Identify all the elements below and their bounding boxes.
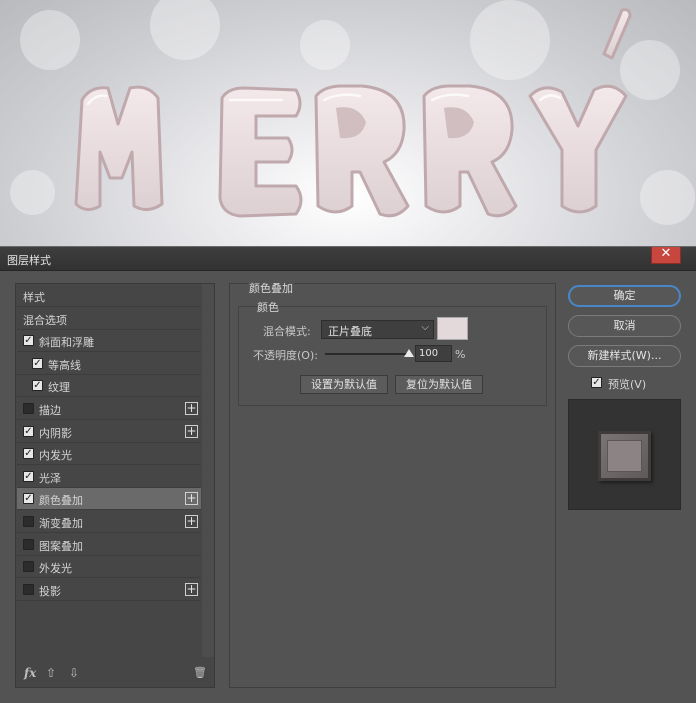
move-up-icon[interactable]: ⇧ bbox=[46, 666, 56, 680]
cancel-button[interactable]: 取消 bbox=[568, 315, 681, 337]
close-icon: ✕ bbox=[660, 246, 672, 261]
preview-label: 预览(V) bbox=[608, 378, 647, 391]
plus-icon[interactable]: + bbox=[185, 582, 198, 596]
checkbox[interactable] bbox=[23, 583, 34, 595]
checkbox[interactable] bbox=[23, 538, 34, 550]
style-list-item-label: 渐变叠加 bbox=[39, 517, 83, 530]
opacity-slider-thumb[interactable] bbox=[404, 349, 414, 357]
blend-mode-value: 正片叠底 bbox=[328, 325, 372, 338]
style-list-item[interactable]: 投影 + bbox=[17, 579, 201, 601]
move-down-icon[interactable]: ⇩ bbox=[69, 666, 79, 680]
reset-default-button[interactable]: 复位为默认值 bbox=[395, 375, 483, 394]
style-preview bbox=[568, 399, 681, 510]
style-list-item-label: 等高线 bbox=[48, 358, 81, 372]
checkmark-icon[interactable]: ✓ bbox=[32, 357, 43, 369]
checkmark-icon[interactable]: ✓ bbox=[23, 335, 34, 347]
opacity-unit: % bbox=[455, 348, 466, 361]
style-list: 样式混合选项 ✓ 斜面和浮雕 ✓ 等高线 ✓ 纹理描边 + ✓ 内阴影 + ✓ 内发光 ✓ 光泽 ✓ 颜色叠加 +… bbox=[15, 283, 215, 688]
color-group: 颜色 混合模式: 正片叠底 ⌵ 不透明度(O): 100 % bbox=[238, 301, 547, 406]
checkmark-icon[interactable]: ✓ bbox=[23, 470, 34, 482]
dialog-title: 图层样式 bbox=[7, 254, 51, 267]
overlay-color-swatch[interactable] bbox=[437, 317, 468, 340]
style-list-item-label: 颜色叠加 bbox=[39, 494, 83, 508]
style-list-item[interactable]: 渐变叠加 + bbox=[17, 511, 201, 533]
section-title: 颜色叠加 bbox=[248, 280, 294, 296]
style-list-item[interactable]: ✓ 光泽 bbox=[17, 466, 201, 488]
style-list-item-label: 描边 bbox=[39, 404, 61, 417]
style-list-item[interactable]: 图案叠加 bbox=[17, 534, 201, 556]
blend-mode-select[interactable]: 正片叠底 ⌵ bbox=[321, 320, 434, 339]
checkbox[interactable] bbox=[23, 561, 34, 573]
style-list-item[interactable]: ✓ 斜面和浮雕 bbox=[17, 330, 201, 353]
group-title: 颜色 bbox=[257, 301, 279, 314]
style-list-item-label: 内阴影 bbox=[39, 426, 72, 440]
style-list-footer: fx ⇧ ⇩ 🗑 bbox=[16, 658, 214, 688]
style-list-item[interactable]: ✓ 内阴影 + bbox=[17, 421, 201, 443]
style-list-item-label: 混合选项 bbox=[23, 313, 67, 327]
style-list-item-label: 外发光 bbox=[39, 562, 72, 576]
trash-icon[interactable]: 🗑 bbox=[193, 666, 207, 679]
new-style-button[interactable]: 新建样式(W)... bbox=[568, 345, 681, 367]
style-list-item[interactable]: ✓ 内发光 bbox=[17, 443, 201, 466]
checkmark-icon[interactable]: ✓ bbox=[32, 380, 43, 392]
plus-icon[interactable]: + bbox=[185, 492, 198, 506]
opacity-label: 不透明度(O): bbox=[253, 349, 318, 362]
style-list-item[interactable]: ✓ 纹理 bbox=[17, 375, 201, 398]
style-list-item[interactable]: 外发光 bbox=[17, 556, 201, 579]
checkbox[interactable] bbox=[23, 403, 34, 414]
style-list-item-label: 图案叠加 bbox=[39, 539, 83, 553]
style-list-item-label: 内发光 bbox=[39, 449, 72, 463]
layer-style-dialog: 图层样式 ✕ 样式混合选项 ✓ 斜面和浮雕 ✓ 等高线 ✓ 纹理描边 + ✓ 内阴影 + ✓ 内发光 ✓ 光… bbox=[0, 246, 696, 703]
preview-checkbox[interactable]: ✓ bbox=[591, 377, 602, 388]
opacity-input[interactable]: 100 bbox=[415, 345, 452, 362]
style-list-item[interactable]: ✓ 颜色叠加 + bbox=[17, 488, 201, 511]
style-list-item[interactable]: 混合选项 bbox=[17, 308, 201, 330]
plus-icon[interactable]: + bbox=[185, 402, 198, 415]
style-list-item-label: 纹理 bbox=[48, 381, 70, 395]
style-list-item[interactable]: 描边 + bbox=[17, 398, 201, 420]
preview-thumbnail bbox=[598, 431, 651, 481]
style-list-item-label: 样式 bbox=[23, 291, 45, 304]
close-button[interactable]: ✕ bbox=[651, 247, 681, 264]
style-list-item[interactable]: 样式 bbox=[17, 285, 201, 307]
color-overlay-panel: 颜色叠加 颜色 混合模式: 正片叠底 ⌵ 不透明度(O): 100 % 设置为默… bbox=[229, 280, 556, 688]
dialog-title-bar[interactable]: 图层样式 ✕ bbox=[0, 247, 696, 271]
plus-icon[interactable]: + bbox=[185, 424, 198, 438]
style-list-item-label: 投影 bbox=[39, 584, 61, 598]
style-list-item-label: 斜面和浮雕 bbox=[39, 336, 94, 350]
plus-icon[interactable]: + bbox=[185, 515, 198, 528]
document-canvas bbox=[0, 0, 696, 246]
style-list-item-label: 光泽 bbox=[39, 471, 61, 485]
opacity-slider-track[interactable] bbox=[325, 353, 409, 355]
checkmark-icon[interactable]: ✓ bbox=[23, 425, 34, 437]
make-default-button[interactable]: 设置为默认值 bbox=[300, 375, 388, 394]
blend-mode-label: 混合模式: bbox=[263, 325, 311, 338]
style-list-item[interactable]: ✓ 等高线 bbox=[17, 353, 201, 375]
list-scrollbar[interactable] bbox=[202, 284, 214, 657]
ok-button[interactable]: 确定 bbox=[568, 285, 681, 307]
checkmark-icon[interactable]: ✓ bbox=[23, 493, 34, 505]
merry-text-artwork bbox=[74, 8, 632, 218]
fx-icon[interactable]: fx bbox=[24, 666, 36, 680]
checkbox[interactable] bbox=[23, 516, 34, 527]
checkmark-icon[interactable]: ✓ bbox=[23, 448, 34, 460]
chevron-down-icon: ⌵ bbox=[421, 322, 429, 333]
